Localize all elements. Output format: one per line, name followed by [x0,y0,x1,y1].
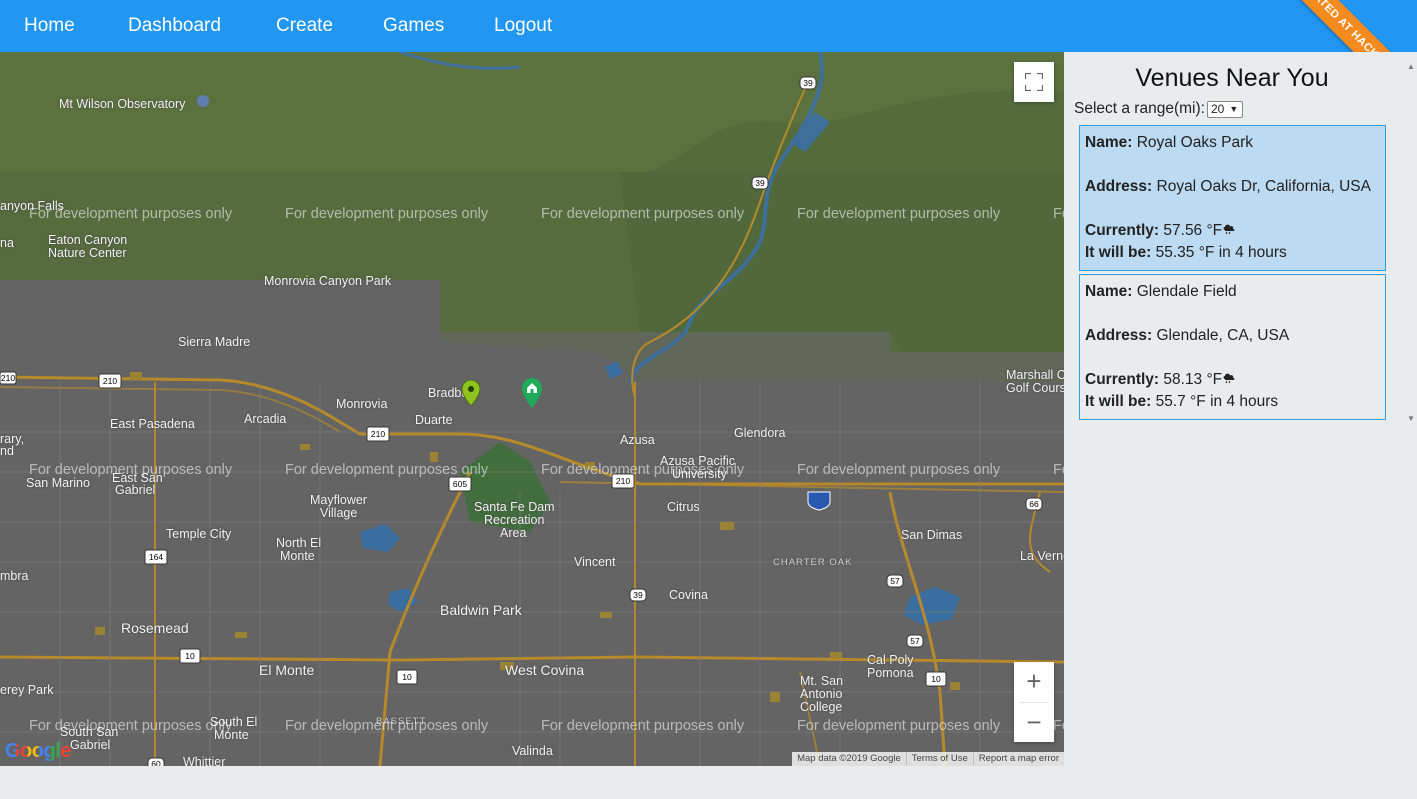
venue-address: Glendale, CA, USA [1156,327,1290,344]
highway-shield: 210 [366,426,390,442]
highway-shields: 39 39 210 210 210 210 605 164 10 10 10 3… [0,76,1043,766]
forecast-temp: 55.35 °F in 4 hours [1155,244,1287,261]
scroll-up-icon[interactable]: ▲ [1407,62,1415,71]
current-temp: 57.56 °F [1163,222,1223,239]
svg-text:39: 39 [633,590,643,600]
svg-text:60: 60 [151,759,161,766]
highway-shield: 39 [751,176,769,190]
venue-address-label: Address: [1085,178,1153,195]
scroll-down-icon[interactable]: ▼ [1407,414,1415,423]
map-data-text: Map data ©2019 Google [797,753,901,764]
nav-dashboard-link[interactable]: Dashboard [128,14,221,38]
venue-name: Glendale Field [1136,283,1237,300]
chevron-down-icon: ▼ [1229,104,1239,114]
home-marker-icon[interactable] [522,378,542,408]
forecast-label: It will be: [1085,393,1152,410]
highway-shield: 10 [925,671,947,687]
nav-logout-link[interactable]: Logout [494,14,552,38]
svg-text:605: 605 [453,479,467,489]
zoom-controls: + − [1014,662,1054,742]
range-select[interactable]: 20 ▼ [1206,100,1243,118]
svg-text:210: 210 [1,373,15,383]
venue-marker-icon[interactable] [462,380,480,406]
current-temp: 58.13 °F [1163,371,1223,388]
nav-home-link[interactable]: Home [24,14,75,38]
venue-card[interactable]: Name: Royal Oaks Park Address: Royal Oak… [1079,125,1386,271]
venue-card[interactable]: Name: Glendale Field Address: Glendale, … [1079,274,1386,420]
forecast-temp: 55.7 °F in 4 hours [1155,393,1279,410]
report-map-error-link[interactable]: Report a map error [972,753,1064,765]
svg-text:164: 164 [149,552,163,562]
range-row: Select a range(mi): 20 ▼ [1074,100,1243,118]
venue-address: Royal Oaks Dr, California, USA [1156,178,1372,195]
venues-panel: Venues Near You Select a range(mi): 20 ▼… [1064,52,1417,766]
highway-shield: 39 [629,588,647,602]
map[interactable]: Mt Wilson Observatory anyon Falls na Eat… [0,52,1064,766]
zoom-in-button[interactable]: + [1014,662,1054,702]
svg-text:10: 10 [185,651,195,661]
rain-cloud-icon [1223,224,1235,235]
highway-shield: 210 [611,473,635,489]
range-value: 20 [1210,102,1225,116]
current-temp-label: Currently: [1085,222,1160,239]
current-temp-label: Currently: [1085,371,1160,388]
highway-shield: 210 [0,371,17,385]
highway-shield: 10 [179,648,201,664]
svg-text:57: 57 [890,576,900,586]
rain-cloud-icon [1223,373,1235,384]
venue-name-label: Name: [1085,283,1133,300]
forecast-label: It will be: [1085,244,1152,261]
navbar: Home Dashboard Create Games Logout Creat… [0,0,1417,52]
hack-reactor-ribbon[interactable]: Created at Hack Reactor [1272,0,1417,52]
svg-text:39: 39 [755,178,765,188]
highway-shield: 57 [886,574,904,588]
highway-shield: 66 [1025,497,1043,511]
range-label: Select a range(mi): [1074,100,1205,117]
svg-text:210: 210 [371,429,385,439]
zoom-out-button[interactable]: − [1014,702,1054,742]
highway-shield: 57 [906,634,924,648]
svg-text:210: 210 [616,476,630,486]
highway-shield: 10 [396,669,418,685]
svg-text:210: 210 [103,376,117,386]
fullscreen-button[interactable] [1014,62,1054,102]
highway-shield: 164 [144,549,168,565]
venue-address-label: Address: [1085,327,1153,344]
venue-name-label: Name: [1085,134,1133,151]
highway-shield: 39 [799,76,817,90]
svg-text:66: 66 [1029,499,1039,509]
map-attribution: Map data ©2019 Google Terms of Use Repor… [792,752,1064,766]
nav-games-link[interactable]: Games [383,14,444,38]
svg-text:39: 39 [803,78,813,88]
svg-text:57: 57 [910,636,920,646]
svg-text:10: 10 [931,674,941,684]
nav-create-link[interactable]: Create [276,14,333,38]
svg-text:10: 10 [402,672,412,682]
venue-name: Royal Oaks Park [1136,134,1253,151]
highway-shield: 60 [147,757,165,766]
terms-of-use-link[interactable]: Terms of Use [905,753,973,765]
google-logo[interactable]: Google [5,740,71,763]
highway-shield: 210 [98,373,122,389]
highway-shield: 605 [448,476,472,492]
fullscreen-icon [1025,73,1043,91]
panel-title: Venues Near You [1135,64,1329,92]
